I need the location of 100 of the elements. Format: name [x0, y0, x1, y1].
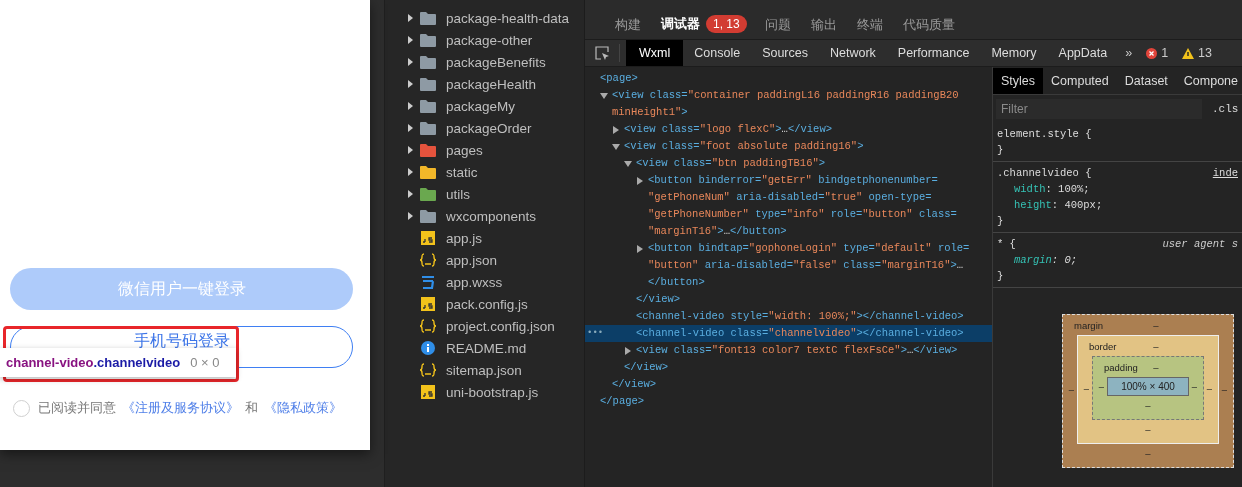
folder-item[interactable]: packageHealth [385, 73, 584, 95]
tree-row[interactable]: <view class="container paddingL16 paddingR16 paddingB20 [585, 87, 992, 104]
folder-item[interactable]: package-other [385, 29, 584, 51]
styles-tab[interactable]: Computed [1043, 68, 1117, 94]
code-line: "button" aria-disabled="false" class="marginT16">… [648, 258, 964, 273]
panel-tab[interactable]: 代码质量 [892, 11, 965, 39]
styles-tab[interactable]: Dataset [1116, 68, 1176, 94]
inspect-icon[interactable] [594, 45, 610, 61]
code-line: <channel-video class="channelvideo"></channel-video> [636, 326, 964, 341]
styles-tab[interactable]: Compone [1175, 68, 1242, 94]
collapse-arrow-icon[interactable] [406, 36, 414, 44]
more-tabs-button[interactable]: » [1118, 40, 1140, 66]
file-item[interactable]: app.js [385, 227, 584, 249]
collapse-arrow-icon[interactable] [406, 80, 414, 88]
tool-tab[interactable]: Console [683, 40, 752, 66]
code-line: "getPhoneNum" aria-disabled="true" open-type= [648, 190, 932, 205]
folder-item[interactable]: packageOrder [385, 117, 584, 139]
agreement-link[interactable]: 《注册及服务协议》 [122, 399, 239, 417]
code-line: <view class="btn paddingTB16"> [636, 156, 826, 171]
warning-icon [1182, 47, 1195, 59]
code-line: </view> [624, 360, 669, 375]
rule-selector: .channelvideo { [997, 166, 1092, 181]
code-line: <button binderror="getErr" bindgetphonenumber= [648, 173, 938, 188]
tool-tab[interactable]: Performance [886, 40, 981, 66]
agreement-text: 和 [245, 399, 258, 417]
error-count[interactable]: 1 [1139, 40, 1176, 66]
collapse-arrow-icon[interactable] [406, 124, 414, 132]
tool-tab[interactable]: Wxml [626, 40, 684, 66]
collapse-arrow-icon[interactable] [636, 176, 644, 185]
tree-row[interactable]: <view class="btn paddingTB16"> [585, 155, 992, 172]
code-line: </view> [612, 377, 657, 392]
rule-selector: * { [997, 237, 1016, 252]
panel-tab[interactable]: 输出 [800, 11, 847, 39]
tool-tab[interactable]: Memory [980, 40, 1048, 66]
file-item[interactable]: README.md [385, 337, 584, 359]
panel-tab[interactable]: 构建 [605, 11, 651, 39]
box-value: – [1205, 382, 1214, 394]
collapse-arrow-icon[interactable] [624, 346, 632, 355]
tool-tab[interactable]: Network [819, 40, 887, 66]
agreement-link[interactable]: 《隐私政策》 [264, 399, 342, 417]
collapse-arrow-icon[interactable] [406, 58, 414, 66]
tree-row[interactable]: <button binderror="getErr" bindgetphonenumber= [585, 172, 992, 189]
source-link[interactable]: inde [1212, 165, 1238, 181]
tree-row[interactable]: <channel-video style="width: 100%;"></channel-video> [585, 308, 992, 325]
file-item[interactable]: project.config.json [385, 315, 584, 337]
folder-item[interactable]: static [385, 161, 584, 183]
collapse-arrow-icon[interactable] [406, 14, 414, 22]
collapse-arrow-icon[interactable] [406, 168, 414, 176]
expand-arrow-icon[interactable] [624, 159, 632, 168]
tree-row[interactable]: <view class="foot absolute padding16"> [585, 138, 992, 155]
box-value: – [1152, 319, 1160, 331]
box-value: – [1144, 399, 1152, 413]
css-file-icon [421, 275, 435, 289]
folder-item[interactable]: package-health-data [385, 7, 584, 29]
file-item[interactable]: app.json [385, 249, 584, 271]
code-line: <view class="logo flexC">…</view> [624, 122, 832, 137]
styles-tab[interactable]: Styles [993, 68, 1044, 94]
tree-row[interactable]: <page> [585, 70, 992, 87]
collapse-arrow-icon[interactable] [406, 190, 414, 198]
cls-toggle[interactable]: .cls [1212, 103, 1239, 115]
code-line: <channel-video style="width: 100%;"></channel-video> [636, 309, 964, 324]
warning-count[interactable]: 13 [1175, 40, 1219, 66]
box-value: – [1144, 423, 1152, 437]
collapse-arrow-icon[interactable] [612, 125, 620, 134]
file-item[interactable]: uni-bootstrap.js [385, 381, 584, 403]
selection-dots: ••• [587, 327, 604, 340]
expand-arrow-icon[interactable] [612, 142, 620, 151]
expand-arrow-icon[interactable] [600, 91, 608, 100]
box-value: – [1082, 382, 1091, 394]
collapse-arrow-icon[interactable] [406, 146, 414, 154]
collapse-arrow-icon[interactable] [636, 244, 644, 253]
file-item[interactable]: app.wxss [385, 271, 584, 293]
box-value: – [1220, 384, 1229, 395]
code-line: <button bindtap="gophoneLogin" type="default" role= [648, 241, 970, 256]
panel-tab[interactable]: 问题 [754, 11, 801, 39]
collapse-arrow-icon[interactable] [406, 212, 414, 220]
file-item[interactable]: sitemap.json [385, 359, 584, 381]
filter-field[interactable]: Filter [996, 99, 1202, 119]
tree-row[interactable]: <button bindtap="gophoneLogin" type="default" role= [585, 240, 992, 257]
tree-row[interactable]: <view class="font13 color7 textC flexFsCe">…</view> [585, 342, 992, 359]
tree-row[interactable]: <view class="logo flexC">…</view> [585, 121, 992, 138]
folder-item[interactable]: wxcomponents [385, 205, 584, 227]
code-line: <page> [600, 71, 638, 86]
js-file-icon [421, 297, 435, 311]
panel-tab[interactable]: 终端 [846, 11, 893, 39]
folder-item[interactable]: pages [385, 139, 584, 161]
tool-tab[interactable]: AppData [1047, 40, 1119, 66]
folder-item[interactable]: packageBenefits [385, 51, 584, 73]
tool-tab[interactable]: Sources [751, 40, 819, 66]
collapse-arrow-icon[interactable] [406, 102, 414, 110]
folder-item[interactable]: packageMy [385, 95, 584, 117]
css-declaration: margin: 0; [1013, 253, 1079, 268]
file-item[interactable]: pack.config.js [385, 293, 584, 315]
box-label: border [1088, 340, 1118, 352]
selected-row[interactable]: ••• <channel-video class="channelvideo"></channel-video> [585, 325, 992, 342]
code-line: </view> [636, 292, 681, 307]
rule-origin: user agent s [1162, 237, 1238, 252]
box-value: – [1152, 340, 1160, 352]
js-file-icon [421, 385, 435, 399]
folder-item[interactable]: utils [385, 183, 584, 205]
